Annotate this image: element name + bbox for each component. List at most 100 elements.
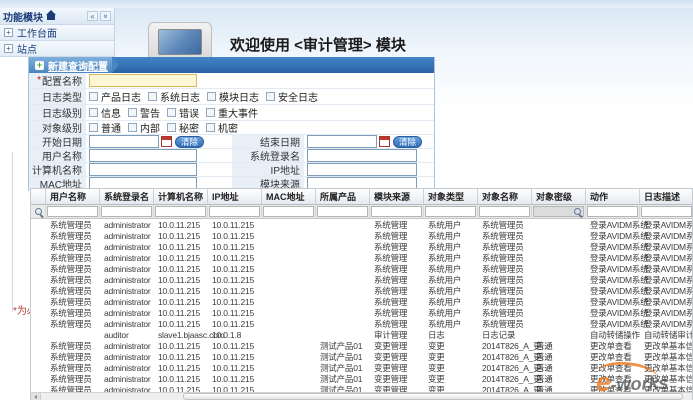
user-name-input[interactable] (89, 149, 197, 162)
column-header-10[interactable]: 动作 (586, 189, 640, 205)
filter-input-5[interactable] (317, 206, 368, 217)
object-level-filter-select[interactable] (533, 206, 584, 217)
new-query-config-tab[interactable]: + 新建查询配置 (29, 57, 112, 73)
table-cell: 10.0.11.215 (154, 253, 208, 263)
end-date-input[interactable] (307, 135, 377, 148)
table-row[interactable]: 系统管理员administrator10.0.11.21510.0.11.215… (31, 340, 692, 351)
checkbox-icon[interactable] (89, 92, 98, 101)
table-row[interactable]: 系统管理员administrator10.0.11.21510.0.11.215… (31, 307, 692, 318)
table-row[interactable]: 系统管理员administrator10.0.11.21510.0.11.215… (31, 263, 692, 274)
start-date-input[interactable] (89, 135, 159, 148)
checkbox-error[interactable]: 错误 (167, 105, 199, 120)
search-icon[interactable] (35, 208, 42, 215)
table-row[interactable]: 系统管理员administrator10.0.11.21510.0.11.215… (31, 219, 692, 230)
filter-input-6[interactable] (371, 206, 422, 217)
table-row[interactable]: auditorslave1.bjaasc.com10.0.1.8审计管理日志日志… (31, 329, 692, 340)
login-name-input[interactable] (307, 149, 417, 162)
checkbox-icon[interactable] (206, 108, 215, 117)
filter-gutter-cell (31, 205, 46, 219)
checkbox-normal[interactable]: 普通 (89, 120, 121, 135)
checkbox-icon[interactable] (207, 92, 216, 101)
table-row[interactable]: 系统管理员administrator10.0.11.21510.0.11.215… (31, 285, 692, 296)
calendar-icon[interactable] (379, 136, 390, 147)
checkbox-secret[interactable]: 秘密 (167, 120, 199, 135)
filter-input-8[interactable] (479, 206, 530, 217)
filter-input-11[interactable] (641, 206, 692, 217)
checkbox-warning[interactable]: 警告 (128, 105, 160, 120)
table-row[interactable]: 系统管理员administrator10.0.11.21510.0.11.215… (31, 252, 692, 263)
column-header-3[interactable]: IP地址 (208, 189, 262, 205)
field-label: 日志类型 (29, 89, 86, 104)
column-header-5[interactable]: 所属产品 (316, 189, 370, 205)
filter-input-0[interactable] (47, 206, 98, 217)
table-row[interactable]: 系统管理员administrator10.0.11.21510.0.11.215… (31, 318, 692, 329)
table-cell: 10.0.11.215 (208, 220, 262, 230)
column-header-11[interactable]: 日志描述 (640, 189, 693, 205)
column-header-7[interactable]: 对象类型 (424, 189, 478, 205)
checkbox-confidential[interactable]: 机密 (206, 120, 238, 135)
table-row[interactable]: 系统管理员administrator10.0.11.21510.0.11.215… (31, 241, 692, 252)
field-label: *配置名称 (29, 73, 86, 88)
checkbox-module-log[interactable]: 模块日志 (207, 89, 259, 104)
column-header-0[interactable]: 用户名称 (46, 189, 100, 205)
filter-input-3[interactable] (209, 206, 260, 217)
checkbox-system-log[interactable]: 系统日志 (148, 89, 200, 104)
clear-end-date-button[interactable]: 清除 (393, 136, 422, 148)
table-cell: 10.0.11.215 (154, 374, 208, 384)
field-label: 系统登录名 (232, 149, 304, 162)
checkbox-icon[interactable] (128, 108, 137, 117)
clear-start-date-button[interactable]: 清除 (175, 136, 204, 148)
scroll-thumb[interactable] (183, 393, 683, 400)
filter-input-1[interactable] (101, 206, 152, 217)
table-row[interactable]: 系统管理员administrator10.0.11.21510.0.11.215… (31, 230, 692, 241)
checkbox-icon[interactable] (167, 123, 176, 132)
filter-input-4[interactable] (263, 206, 314, 217)
column-header-9[interactable]: 对象密级 (532, 189, 586, 205)
checkbox-icon[interactable] (89, 123, 98, 132)
ip-address-input[interactable] (307, 163, 417, 176)
checkbox-icon[interactable] (89, 108, 98, 117)
checkbox-icon[interactable] (128, 123, 137, 132)
table-row[interactable]: 系统管理员administrator10.0.11.21510.0.11.215… (31, 373, 692, 384)
close-sidebar-button[interactable]: × (100, 11, 111, 21)
form-row-computer: 计算机名称 IP地址 (29, 163, 434, 177)
field-label: 开始日期 (29, 135, 86, 148)
horizontal-scrollbar[interactable] (31, 392, 693, 400)
search-icon[interactable] (574, 208, 581, 215)
filter-input-7[interactable] (425, 206, 476, 217)
table-cell: 10.0.11.215 (154, 220, 208, 230)
table-row[interactable]: 系统管理员administrator10.0.11.21510.0.11.215… (31, 296, 692, 307)
checkbox-icon[interactable] (206, 123, 215, 132)
table-cell: 10.0.11.215 (154, 286, 208, 296)
column-header-8[interactable]: 对象名称 (478, 189, 532, 205)
column-header-4[interactable]: MAC地址 (262, 189, 316, 205)
table-row[interactable]: 系统管理员administrator10.0.11.21510.0.11.215… (31, 351, 692, 362)
expand-icon[interactable]: + (4, 28, 13, 37)
checkbox-info[interactable]: 信息 (89, 105, 121, 120)
filter-cell (370, 205, 424, 219)
collapse-button[interactable]: « (87, 11, 98, 21)
checkbox-product-log[interactable]: 产品日志 (89, 89, 141, 104)
checkbox-icon[interactable] (148, 92, 157, 101)
computer-name-input[interactable] (89, 163, 197, 176)
table-cell: administrator (100, 231, 154, 241)
table-row[interactable]: 系统管理员administrator10.0.11.21510.0.11.215… (31, 362, 692, 373)
filter-input-2[interactable] (155, 206, 206, 217)
sidebar-item-workbench[interactable]: + 工作台面 (0, 25, 114, 41)
checkbox-icon[interactable] (167, 108, 176, 117)
home-icon[interactable] (46, 12, 56, 20)
scroll-left-button[interactable] (31, 393, 41, 400)
column-header-1[interactable]: 系统登录名 (100, 189, 154, 205)
checkbox-security-log[interactable]: 安全日志 (266, 89, 318, 104)
sidebar-item-site[interactable]: + 站点 (0, 41, 114, 57)
calendar-icon[interactable] (161, 136, 172, 147)
column-header-6[interactable]: 模块来源 (370, 189, 424, 205)
filter-input-10[interactable] (587, 206, 638, 217)
checkbox-internal[interactable]: 内部 (128, 120, 160, 135)
column-header-2[interactable]: 计算机名称 (154, 189, 208, 205)
table-row[interactable]: 系统管理员administrator10.0.11.21510.0.11.215… (31, 274, 692, 285)
config-name-input[interactable] (89, 74, 197, 87)
expand-icon[interactable]: + (4, 44, 13, 53)
checkbox-critical[interactable]: 重大事件 (206, 105, 258, 120)
checkbox-icon[interactable] (266, 92, 275, 101)
